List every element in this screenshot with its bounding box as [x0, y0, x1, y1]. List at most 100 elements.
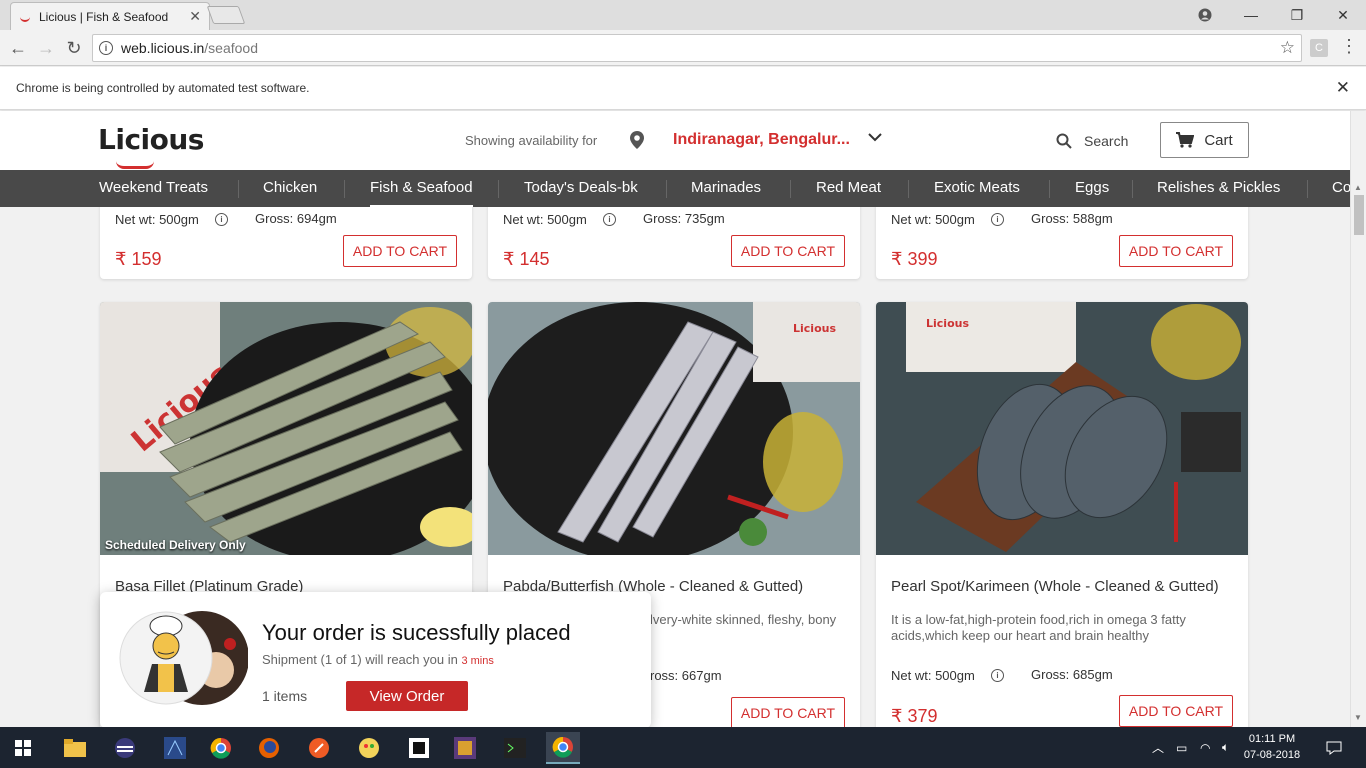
address-bar[interactable]: i web.licious.in/seafood ☆ — [92, 34, 1302, 62]
gross-weight: Gross: 735gm — [643, 211, 725, 226]
forward-icon[interactable]: → — [34, 36, 58, 60]
scroll-up-icon[interactable]: ▲ — [1354, 183, 1362, 192]
nav-divider — [1307, 180, 1308, 198]
back-icon[interactable]: ← — [6, 36, 30, 60]
net-weight: Net wt: 500gm — [891, 668, 975, 683]
add-to-cart-button[interactable]: ADD TO CART — [731, 235, 845, 267]
volume-icon[interactable]: 🔈︎ — [1222, 727, 1229, 768]
nav-item-marinades[interactable]: Marinades — [691, 170, 761, 207]
site-info-icon[interactable]: i — [99, 41, 113, 55]
browser-toolbar: ← → ↻ i web.licious.in/seafood ☆ C ⋮ — [0, 30, 1366, 66]
nav-item-chicken[interactable]: Chicken — [263, 170, 317, 207]
restore-icon[interactable]: ❐ — [1274, 0, 1320, 30]
app-icon-wireshark[interactable] — [158, 732, 192, 764]
nav-item-eggs[interactable]: Eggs — [1075, 170, 1109, 207]
toast-subtitle: Shipment (1 of 1) will reach you in 3 mi… — [262, 652, 494, 667]
chevron-down-icon[interactable] — [868, 129, 882, 146]
url-path: /seafood — [204, 40, 258, 56]
product-image-karimeen[interactable]: Licious — [876, 302, 1248, 555]
net-weight: Net wt: 500gm — [115, 212, 199, 227]
windows-taskbar: ︿ ▭ ◠ 🔈︎ 01:11 PM 07-08-2018 — [0, 727, 1366, 768]
reload-icon[interactable]: ↻ — [62, 36, 86, 60]
app-icon-tool[interactable] — [448, 732, 482, 764]
nav-divider — [238, 180, 239, 198]
nav-divider — [908, 180, 909, 198]
nav-item-relishes-pickles[interactable]: Relishes & Pickles — [1157, 170, 1280, 207]
firefox-icon[interactable] — [252, 732, 286, 764]
price: ₹ 379 — [891, 706, 938, 726]
gross-weight: Gross: 588gm — [1031, 211, 1113, 226]
chrome-icon[interactable] — [204, 732, 238, 764]
clock-time: 01:11 PM — [1248, 733, 1296, 745]
browser-tab[interactable]: Licious | Fish & Seafood ✕ — [10, 2, 210, 30]
items-count: 1 items — [262, 688, 308, 704]
app-icon-postman[interactable] — [302, 732, 336, 764]
extension-icon[interactable]: C — [1310, 39, 1328, 57]
nav-item-fish-seafood[interactable]: Fish & Seafood — [370, 170, 473, 207]
price: ₹ 145 — [503, 249, 550, 269]
chrome-active-icon[interactable] — [546, 732, 580, 764]
add-to-cart-button[interactable]: ADD TO CART — [1119, 695, 1233, 727]
gross-weight: ross: 667gm — [650, 668, 722, 683]
product-description: It is a low-fat,high-protein food,rich i… — [891, 612, 1186, 643]
bookmark-star-icon[interactable]: ☆ — [1280, 38, 1295, 58]
wifi-icon[interactable]: ◠ — [1200, 727, 1210, 768]
file-explorer-icon[interactable] — [58, 732, 92, 764]
scheduled-delivery-badge: Scheduled Delivery Only — [105, 538, 246, 552]
info-icon[interactable]: i — [603, 213, 616, 226]
url-host: web.licious.in — [121, 40, 205, 56]
battery-icon[interactable]: ▭ — [1176, 727, 1187, 768]
tab-close-icon[interactable]: ✕ — [189, 8, 201, 25]
product-image-basa[interactable]: Licious Scheduled Delivery Only — [100, 302, 472, 555]
app-icon-paint[interactable] — [352, 732, 386, 764]
scroll-down-icon[interactable]: ▼ — [1354, 713, 1362, 722]
gross-weight: Gross: 694gm — [255, 211, 337, 226]
nav-item-exotic-meats[interactable]: Exotic Meats — [934, 170, 1020, 207]
info-icon[interactable]: i — [215, 213, 228, 226]
profile-icon[interactable] — [1182, 0, 1228, 30]
price: ₹ 399 — [891, 249, 938, 269]
search-button[interactable]: Search — [1056, 133, 1128, 149]
app-icon-terminal[interactable] — [498, 732, 532, 764]
location-selector[interactable]: Indiranagar, Bengalur... — [673, 131, 850, 149]
nav-divider — [790, 180, 791, 198]
windows-start-icon[interactable] — [6, 732, 40, 764]
licious-logo[interactable]: Licious — [98, 123, 204, 169]
minimize-icon[interactable]: — — [1228, 0, 1274, 30]
net-weight: Net wt: 500gm — [503, 212, 587, 227]
nav-divider — [498, 180, 499, 198]
search-label: Search — [1084, 133, 1129, 149]
infobar-close-icon[interactable]: ✕ — [1336, 78, 1350, 98]
nav-item-todays-deals[interactable]: Today's Deals-bk — [524, 170, 638, 207]
add-to-cart-button[interactable]: ADD TO CART — [343, 235, 457, 267]
price: ₹ 159 — [115, 249, 162, 269]
automation-infobar: Chrome is being controlled by automated … — [0, 67, 1366, 110]
window-close-icon[interactable]: ✕ — [1320, 0, 1366, 30]
nav-item-combos[interactable]: Co — [1332, 170, 1350, 207]
gross-weight: Gross: 685gm — [1031, 667, 1113, 682]
cart-button[interactable]: Cart — [1160, 122, 1249, 158]
product-card: Net wt: 500gm i Gross: 735gm ₹ 145 ADD T… — [488, 207, 860, 279]
info-icon[interactable]: i — [991, 669, 1004, 682]
view-order-button[interactable]: View Order — [346, 681, 468, 711]
nav-item-weekend-treats[interactable]: Weekend Treats — [99, 170, 208, 207]
nav-item-red-meat[interactable]: Red Meat — [816, 170, 881, 207]
app-icon-eclipse[interactable] — [108, 732, 142, 764]
product-image-pabda[interactable]: Licious — [488, 302, 860, 555]
scrollbar-thumb[interactable] — [1354, 195, 1364, 235]
info-icon[interactable]: i — [991, 213, 1004, 226]
chrome-menu-icon[interactable]: ⋮ — [1340, 36, 1358, 57]
page-scrollbar[interactable]: ▲ ▼ — [1350, 111, 1366, 727]
show-hidden-icons[interactable]: ︿ — [1152, 727, 1164, 768]
location-pin-icon — [630, 131, 644, 149]
add-to-cart-button[interactable]: ADD TO CART — [1119, 235, 1233, 267]
product-card-karimeen[interactable]: Licious Pearl Spot/Karimeen (Whole - Cle… — [876, 302, 1248, 727]
add-to-cart-button[interactable]: ADD TO CART — [731, 697, 845, 727]
action-center-icon[interactable] — [1326, 727, 1342, 768]
new-tab-button[interactable] — [206, 6, 246, 24]
app-icon-sticky[interactable] — [402, 732, 436, 764]
system-clock[interactable]: 01:11 PM 07-08-2018 — [1240, 731, 1304, 763]
net-weight: Net wt: 500gm — [891, 212, 975, 227]
logo-smile-icon — [116, 161, 154, 169]
product-title[interactable]: Pearl Spot/Karimeen (Whole - Cleaned & G… — [891, 578, 1219, 595]
